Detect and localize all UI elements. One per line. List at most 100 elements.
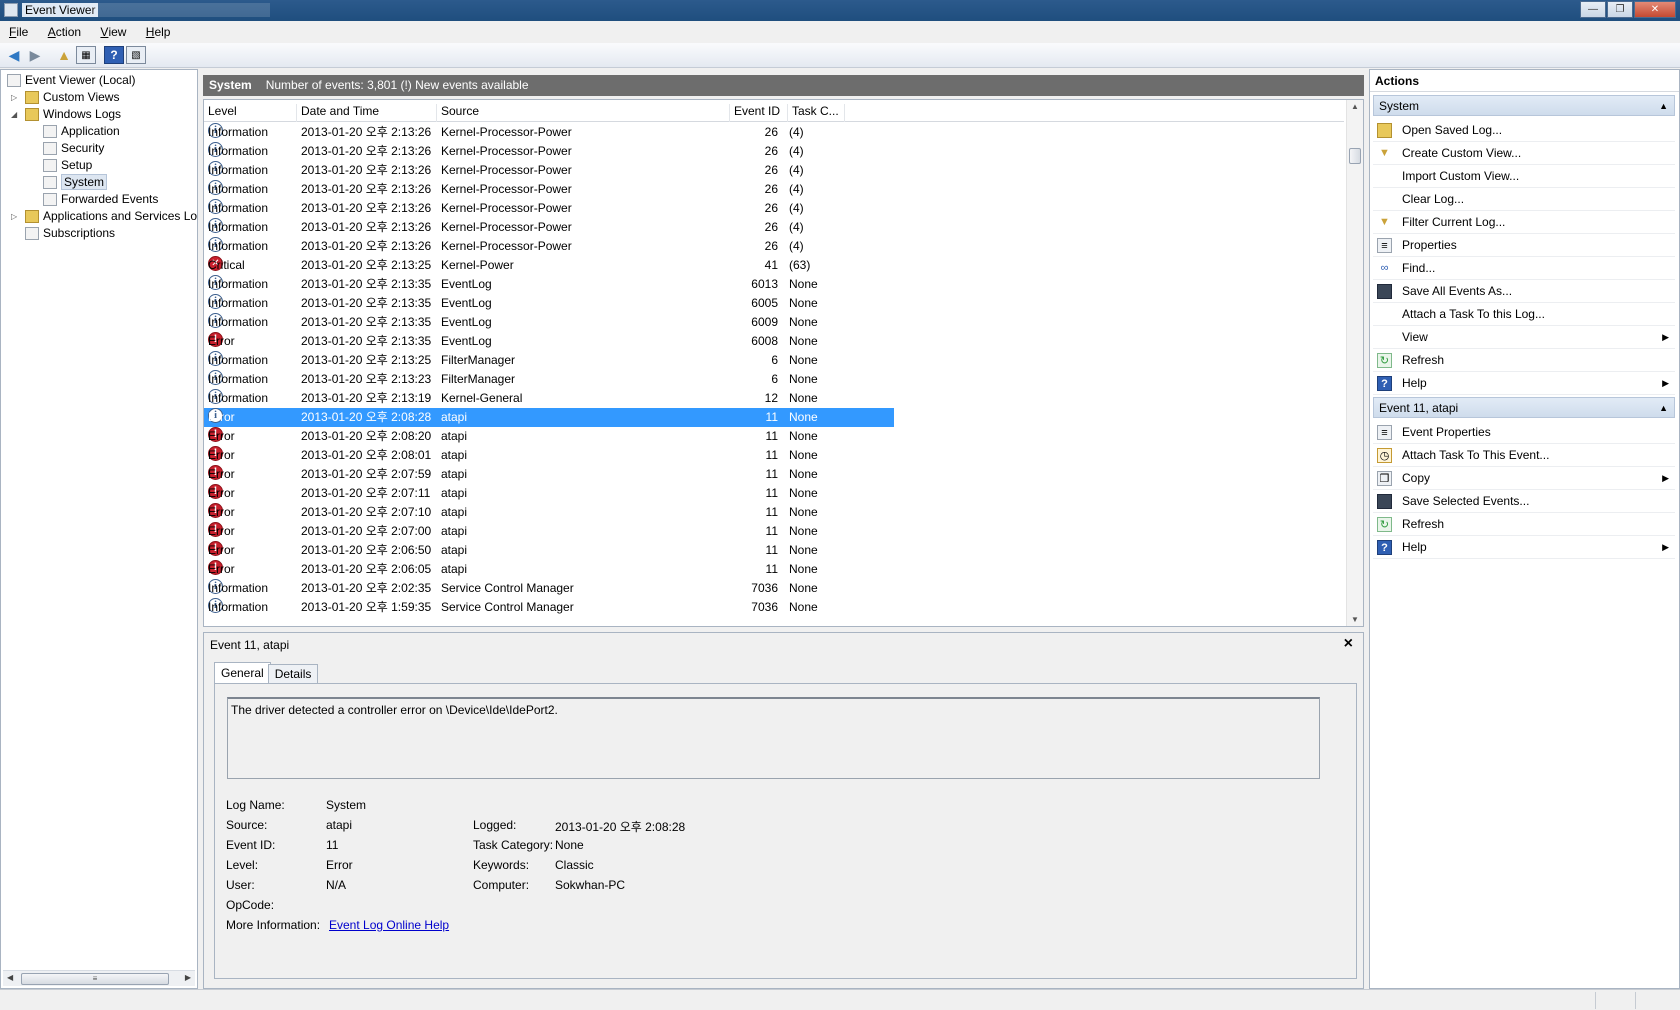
back-arrow-icon[interactable]: ◀: [4, 46, 24, 64]
column-level[interactable]: Level: [204, 104, 297, 122]
table-row[interactable]: i Information 2013-01-20 오후 2:13:26 Kernel-…: [204, 180, 1344, 199]
tree-windows-logs[interactable]: ◢ Windows Logs: [11, 106, 121, 123]
actions-section-system[interactable]: System ▲: [1373, 95, 1675, 116]
tree-system[interactable]: System: [43, 174, 108, 191]
table-row[interactable]: ! Error 2013-01-20 오후 2:06:05 atapi 11 None: [204, 560, 1344, 579]
action-filter-current-log[interactable]: ▼ Filter Current Log...: [1373, 211, 1675, 234]
table-row[interactable]: i Information 2013-01-20 오후 2:13:35 EventLo…: [204, 275, 1344, 294]
table-row[interactable]: i Information 2013-01-20 오후 2:13:26 Kernel-…: [204, 123, 1344, 142]
column-event-id[interactable]: Event ID: [730, 104, 788, 122]
collapse-caret-icon[interactable]: ▲: [1659, 398, 1668, 419]
table-row[interactable]: ! Error 2013-01-20 오후 2:08:20 atapi 11 None: [204, 427, 1344, 446]
menu-action[interactable]: Action: [48, 25, 81, 39]
action-event-properties[interactable]: ≡ Event Properties: [1373, 421, 1675, 444]
table-row[interactable]: i Information 2013-01-20 오후 2:13:26 Kernel-…: [204, 218, 1344, 237]
show-hide-action-pane-icon[interactable]: ▧: [126, 46, 146, 64]
table-row[interactable]: i Information 2013-01-20 오후 2:02:35 Service…: [204, 579, 1344, 598]
tree-applications-and-services[interactable]: ▷ Applications and Services Lo: [11, 208, 197, 225]
collapse-arrow-icon[interactable]: ◢: [11, 106, 17, 123]
event-id-cell: 26: [764, 125, 778, 139]
tree-root-event-viewer[interactable]: Event Viewer (Local): [7, 72, 136, 89]
scroll-left-icon[interactable]: ◀: [7, 973, 13, 982]
show-hide-tree-icon[interactable]: ▦: [76, 46, 96, 64]
table-row[interactable]: ! Error 2013-01-20 오후 2:08:01 atapi 11 None: [204, 446, 1344, 465]
scroll-up-icon[interactable]: ▲: [1351, 102, 1359, 111]
table-row[interactable]: ! Error 2013-01-20 오후 2:06:50 atapi 11 None: [204, 541, 1344, 560]
tree-custom-views[interactable]: ▷ Custom Views: [11, 89, 119, 106]
action-find[interactable]: ∞ Find...: [1373, 257, 1675, 280]
event-message[interactable]: The driver detected a controller error o…: [227, 697, 1320, 779]
action-create-custom-view[interactable]: ▼ Create Custom View...: [1373, 142, 1675, 165]
table-row[interactable]: i Information 2013-01-20 오후 2:13:35 EventLo…: [204, 313, 1344, 332]
action-view[interactable]: View ▶: [1373, 326, 1675, 349]
table-row[interactable]: i Error 2013-01-20 오후 2:08:28 atapi 11 None: [204, 408, 894, 427]
action-help[interactable]: ? Help ▶: [1373, 372, 1675, 395]
task-category-cell: (4): [789, 182, 804, 196]
menu-help[interactable]: Help: [146, 25, 171, 39]
scroll-down-icon[interactable]: ▼: [1351, 615, 1359, 624]
help-icon[interactable]: ?: [104, 46, 124, 64]
column-task-category[interactable]: Task C...: [788, 104, 845, 122]
date-time-cell: 2013-01-20 오후 2:06:05: [301, 562, 432, 576]
table-row[interactable]: ! Error 2013-01-20 오후 2:13:35 EventLog 6008 N…: [204, 332, 1344, 351]
table-row[interactable]: i Information 2013-01-20 오후 2:13:35 EventLo…: [204, 294, 1344, 313]
action-refresh[interactable]: ↻ Refresh: [1373, 513, 1675, 536]
action-open-saved-log[interactable]: Open Saved Log...: [1373, 119, 1675, 142]
action-clear-log[interactable]: Clear Log...: [1373, 188, 1675, 211]
tree-application[interactable]: Application: [43, 123, 120, 140]
table-row[interactable]: ! Error 2013-01-20 오후 2:07:00 atapi 11 None: [204, 522, 1344, 541]
action-attach-task-to-this-event[interactable]: ◷ Attach Task To This Event...: [1373, 444, 1675, 467]
tree-security[interactable]: Security: [43, 140, 104, 157]
tree-subscriptions[interactable]: Subscriptions: [25, 225, 115, 242]
grid-vertical-scrollbar[interactable]: ▲ ▼: [1346, 100, 1363, 626]
menu-view[interactable]: View: [100, 25, 126, 39]
close-detail-icon[interactable]: ×: [1344, 635, 1353, 653]
tree-horizontal-scrollbar[interactable]: ◀ ≡ ▶: [3, 970, 195, 986]
action-properties[interactable]: ≡ Properties: [1373, 234, 1675, 257]
task-category-cell: (4): [789, 201, 804, 215]
action-label: Import Custom View...: [1402, 169, 1520, 183]
event-log-online-help-link[interactable]: Event Log Online Help: [329, 918, 449, 932]
table-row[interactable]: ! Error 2013-01-20 오후 2:07:11 atapi 11 None: [204, 484, 1344, 503]
tree-setup[interactable]: Setup: [43, 157, 92, 174]
action-help[interactable]: ? Help ▶: [1373, 536, 1675, 559]
scrollbar-thumb[interactable]: [1349, 148, 1361, 164]
action-import-custom-view[interactable]: Import Custom View...: [1373, 165, 1675, 188]
table-row[interactable]: i Information 2013-01-20 오후 2:13:26 Kernel-…: [204, 199, 1344, 218]
menu-file[interactable]: File: [9, 25, 28, 39]
table-row[interactable]: i Information 2013-01-20 오후 2:13:23 FilterM…: [204, 370, 1344, 389]
expand-arrow-icon[interactable]: ▷: [11, 208, 17, 225]
table-row[interactable]: i Information 2013-01-20 오후 2:13:26 Kernel-…: [204, 161, 1344, 180]
event-id-cell: 26: [764, 220, 778, 234]
action-attach-a-task-to-this-log[interactable]: Attach a Task To this Log...: [1373, 303, 1675, 326]
actions-section-event[interactable]: Event 11, atapi ▲: [1373, 397, 1675, 418]
table-row[interactable]: i Information 2013-01-20 오후 2:13:26 Kernel-…: [204, 142, 1344, 161]
tab-general[interactable]: General: [214, 662, 271, 684]
table-row[interactable]: i Information 2013-01-20 오후 1:59:35 Service…: [204, 598, 1344, 617]
action-copy[interactable]: ❐ Copy ▶: [1373, 467, 1675, 490]
table-row[interactable]: i Information 2013-01-20 오후 2:13:19 Kernel-…: [204, 389, 1344, 408]
expand-arrow-icon[interactable]: ▷: [11, 89, 17, 106]
action-save-all-events-as[interactable]: Save All Events As...: [1373, 280, 1675, 303]
action-refresh[interactable]: ↻ Refresh: [1373, 349, 1675, 372]
action-save-selected-events[interactable]: Save Selected Events...: [1373, 490, 1675, 513]
tab-details[interactable]: Details: [267, 664, 319, 684]
table-row[interactable]: ! Error 2013-01-20 오후 2:07:10 atapi 11 None: [204, 503, 1344, 522]
close-button[interactable]: ✕: [1634, 1, 1676, 18]
table-row[interactable]: i Information 2013-01-20 오후 2:13:26 Kernel-…: [204, 237, 1344, 256]
maximize-button[interactable]: ❐: [1607, 1, 1633, 18]
forward-arrow-icon[interactable]: ▶: [25, 46, 45, 64]
level-cell: Error: [208, 524, 235, 538]
column-source[interactable]: Source: [437, 104, 730, 122]
source-cell: Kernel-Processor-Power: [441, 144, 572, 158]
scroll-right-icon[interactable]: ▶: [185, 973, 191, 982]
collapse-caret-icon[interactable]: ▲: [1659, 96, 1668, 117]
tree-forwarded-events[interactable]: Forwarded Events: [43, 191, 158, 208]
table-row[interactable]: i Information 2013-01-20 오후 2:13:25 FilterM…: [204, 351, 1344, 370]
table-row[interactable]: ! Error 2013-01-20 오후 2:07:59 atapi 11 None: [204, 465, 1344, 484]
column-date-time[interactable]: Date and Time: [297, 104, 437, 122]
scrollbar-thumb[interactable]: ≡: [21, 973, 169, 985]
minimize-button[interactable]: —: [1580, 1, 1606, 18]
table-row[interactable]: ✕ Critical 2013-01-20 오후 2:13:25 Kernel-Pow…: [204, 256, 1344, 275]
up-folder-icon[interactable]: ▲: [54, 46, 74, 64]
